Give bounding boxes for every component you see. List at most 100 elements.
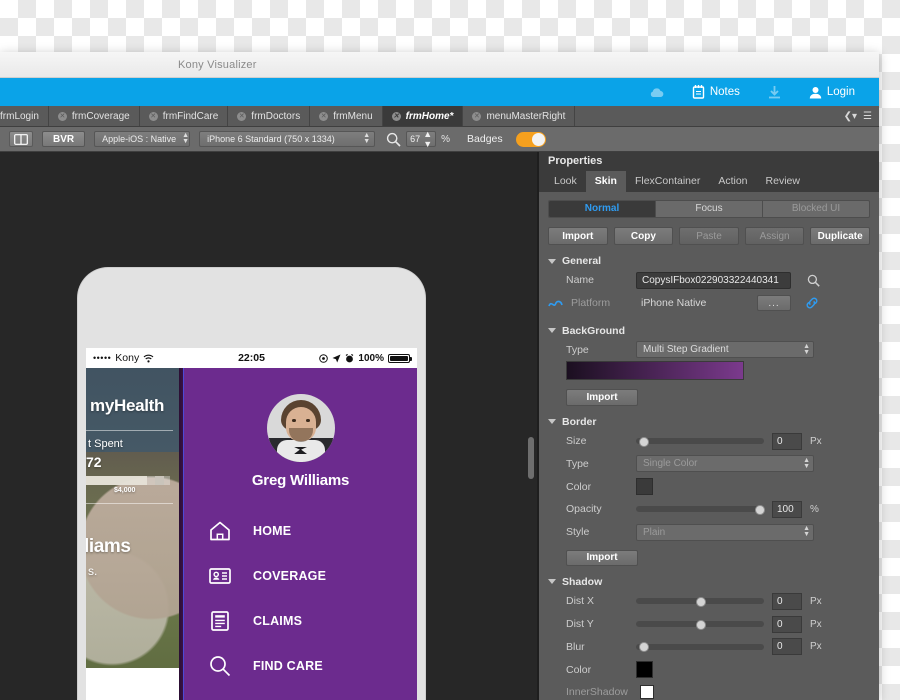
form-tab-frmfindcare[interactable]: ✕ frmFindCare: [139, 106, 229, 126]
import-button[interactable]: Import: [548, 227, 608, 246]
drawer-item-coverage[interactable]: COVERAGE: [184, 553, 417, 598]
border-style-select[interactable]: Plain ▲ ▼: [636, 523, 814, 541]
close-icon[interactable]: ✕: [472, 111, 482, 121]
drawer-item-find-care[interactable]: FIND CARE: [184, 643, 417, 688]
platform-select[interactable]: Apple-iOS : Native ▲ ▼: [94, 131, 191, 147]
device-select[interactable]: iPhone 6 Standard (750 x 1334) ▲ ▼: [199, 131, 376, 147]
section-general[interactable]: General: [548, 255, 879, 267]
form-tab-label: frmHome*: [405, 110, 454, 122]
border-import-button[interactable]: Import: [566, 549, 638, 566]
link-icon[interactable]: [805, 296, 819, 310]
form-tab-label: frmFindCare: [162, 110, 219, 122]
close-icon[interactable]: ✕: [57, 111, 67, 121]
document-list-icon: [211, 610, 229, 631]
shadow-color-swatch[interactable]: [636, 661, 653, 679]
form-tab-frmdoctors[interactable]: ✕ frmDoctors: [228, 106, 311, 126]
dist-x-slider[interactable]: [636, 593, 764, 610]
form-tab-frmcoverage[interactable]: ✕ frmCoverage: [48, 106, 140, 126]
state-label: Focus: [695, 203, 723, 215]
tab-menu-icon[interactable]: ☰: [863, 111, 872, 122]
badges-toggle[interactable]: [515, 131, 546, 147]
design-canvas[interactable]: ••••• Kony 22:05 100% myHealth t Spent 7…: [0, 152, 537, 700]
skin-action-buttons: Import Copy Paste Assign Duplicate: [548, 227, 870, 246]
zoom-input[interactable]: 67 ▲ ▼: [406, 129, 437, 149]
close-icon[interactable]: ✕: [391, 111, 401, 121]
slider-knob[interactable]: [755, 504, 766, 515]
state-label: Normal: [584, 203, 620, 215]
form-tab-menumasterright[interactable]: ✕ menuMasterRight: [463, 106, 576, 126]
drawer-item-id-card[interactable]: ID CARD: [184, 688, 417, 700]
border-opacity-slider[interactable]: [636, 501, 766, 518]
canvas-scrollbar[interactable]: [527, 182, 535, 700]
magnifier-icon[interactable]: [386, 132, 401, 147]
tab-review[interactable]: Review: [757, 171, 809, 192]
bg-import-button[interactable]: Import: [566, 389, 638, 406]
platform-more-button[interactable]: ...: [757, 295, 791, 312]
tab-skin[interactable]: Skin: [585, 170, 626, 192]
row-dist-y: Dist Y 0 Px: [539, 613, 879, 636]
drawer-menu-list: HOME COVERAGE CLAIMS FIND CARE: [184, 508, 417, 700]
bg-type-select[interactable]: Multi Step Gradient ▲ ▼: [636, 341, 814, 359]
form-tab-frmmenu[interactable]: ✕ frmMenu: [310, 106, 383, 126]
dist-x-input[interactable]: 0: [772, 592, 802, 610]
close-icon[interactable]: ✕: [148, 111, 158, 121]
duplicate-button[interactable]: Duplicate: [810, 227, 870, 246]
state-normal[interactable]: Normal: [549, 200, 656, 218]
section-shadow[interactable]: Shadow: [548, 576, 879, 588]
copy-button[interactable]: Copy: [613, 227, 674, 246]
chevron-down-icon: [548, 328, 556, 334]
cloud-button[interactable]: [635, 78, 678, 106]
slider-knob[interactable]: [638, 642, 649, 653]
home-icon: [210, 521, 230, 540]
border-opacity-input[interactable]: 100: [772, 500, 802, 518]
border-size-input[interactable]: 0: [772, 432, 802, 450]
close-icon[interactable]: ✕: [237, 111, 247, 121]
close-icon[interactable]: ✕: [319, 111, 329, 121]
border-opacity-label: Opacity: [566, 503, 602, 516]
border-type-select[interactable]: Single Color ▲ ▼: [636, 455, 814, 473]
slider-knob[interactable]: [696, 596, 707, 607]
shadow-color-label: Color: [566, 663, 592, 676]
download-button[interactable]: [754, 78, 795, 106]
tab-overflow-icon[interactable]: ❮▾: [844, 111, 857, 122]
location-arrow-icon: [332, 354, 341, 362]
state-blocked-ui[interactable]: Blocked UI: [763, 201, 869, 217]
section-border[interactable]: Border: [548, 416, 879, 428]
name-input[interactable]: CopysIFbox022903322440341: [636, 271, 791, 289]
tab-action[interactable]: Action: [709, 171, 756, 192]
section-background[interactable]: BackGround: [548, 325, 879, 337]
drawer-item-home[interactable]: HOME: [184, 508, 417, 553]
drawer-item-claims[interactable]: CLAIMS: [184, 598, 417, 643]
inner-shadow-checkbox[interactable]: [640, 685, 654, 700]
row-inner-shadow: InnerShadow: [539, 681, 879, 700]
id-card-icon: [209, 567, 231, 584]
blur-slider[interactable]: [636, 638, 764, 655]
slider-knob[interactable]: [696, 619, 707, 630]
border-size-slider[interactable]: [636, 433, 764, 450]
tab-look[interactable]: Look: [545, 171, 586, 192]
form-tab-frmlogin[interactable]: frmLogin: [0, 106, 49, 126]
gradient-preview[interactable]: [566, 361, 744, 381]
border-type-value: Single Color: [643, 458, 698, 470]
slider-knob[interactable]: [638, 436, 649, 447]
dist-y-input[interactable]: 0: [772, 615, 802, 633]
button-label: Duplicate: [817, 230, 863, 242]
inner-shadow-label: InnerShadow: [566, 686, 628, 699]
state-focus[interactable]: Focus: [656, 200, 763, 218]
list-item[interactable]: [86, 668, 179, 700]
scrollbar-thumb[interactable]: [528, 437, 534, 479]
tab-flexcontainer[interactable]: FlexContainer: [626, 171, 709, 192]
bvr-button[interactable]: BVR: [42, 131, 86, 147]
blur-input[interactable]: 0: [772, 638, 802, 656]
split-view-button[interactable]: [9, 131, 33, 147]
window-title-bar: Kony Visualizer: [0, 52, 879, 78]
stepper-icon[interactable]: ▲ ▼: [423, 129, 432, 149]
login-button[interactable]: Login: [795, 78, 869, 106]
border-color-swatch[interactable]: [636, 478, 653, 496]
form-tab-frmhome[interactable]: ✕ frmHome*: [382, 106, 464, 126]
platform-select-value: Apple-iOS : Native: [102, 134, 177, 144]
border-style-label: Style: [566, 526, 590, 539]
magnifier-icon[interactable]: [807, 274, 820, 287]
dist-y-slider[interactable]: [636, 616, 764, 633]
notes-button[interactable]: Notes: [678, 78, 754, 106]
